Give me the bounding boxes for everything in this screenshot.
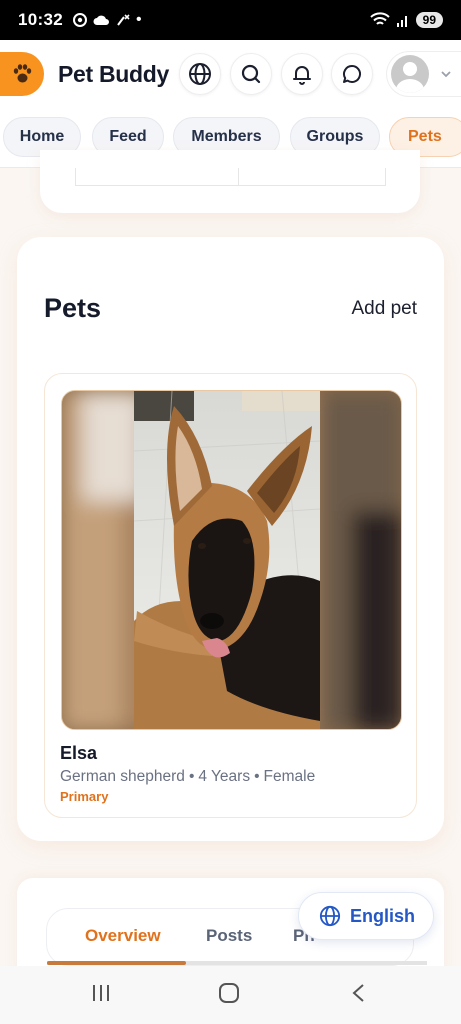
cloud-icon: [93, 15, 109, 25]
info-table: [75, 168, 386, 186]
language-button[interactable]: [179, 53, 221, 95]
status-system-icons: 99: [369, 12, 443, 28]
search-icon: [241, 64, 261, 84]
chevron-down-icon: [441, 71, 451, 78]
status-bar: 10:32 • 99: [0, 0, 461, 40]
add-pet-button[interactable]: Add pet: [352, 298, 418, 320]
globe-icon: [189, 63, 211, 85]
pet-age: 4 Years: [198, 768, 251, 785]
pets-card: Pets Add pet Elsa German shepherd • 4 Ye…: [17, 237, 444, 841]
chat-icon: [343, 64, 361, 83]
separator-dot: •: [254, 768, 260, 785]
pets-title: Pets: [44, 293, 102, 323]
status-time: 10:32: [18, 10, 63, 29]
app-header: Pet Buddy: [0, 40, 461, 108]
cell-signal-icon: [396, 16, 407, 27]
logo[interactable]: [0, 52, 44, 96]
system-nav-bar: [0, 966, 461, 1024]
tab-posts[interactable]: Posts: [206, 926, 252, 946]
dot-icon: •: [135, 11, 142, 28]
messages-button[interactable]: [331, 53, 373, 95]
account-menu[interactable]: [386, 51, 461, 97]
pet-photo[interactable]: [61, 390, 402, 730]
home-icon[interactable]: [218, 982, 240, 1004]
bell-icon: [293, 66, 311, 85]
back-icon[interactable]: [348, 982, 370, 1004]
active-tab-indicator: [47, 961, 186, 965]
previous-card: [40, 150, 420, 213]
pet-name[interactable]: Elsa: [60, 743, 97, 764]
wifi-icon: [369, 12, 390, 25]
brand-name[interactable]: Pet Buddy: [58, 61, 169, 88]
pet-breed: German shepherd: [60, 768, 185, 785]
recent-apps-icon[interactable]: [90, 982, 112, 1004]
battery-level: 99: [415, 12, 443, 28]
chrome-icon: [72, 13, 87, 27]
notifications-button[interactable]: [281, 53, 323, 95]
pet-details: German shepherd • 4 Years • Female: [60, 768, 315, 786]
language-switcher-button[interactable]: English: [298, 892, 434, 940]
pet-card[interactable]: Elsa German shepherd • 4 Years • Female Prim…: [44, 373, 417, 818]
language-label: English: [350, 905, 416, 926]
search-button[interactable]: [230, 53, 272, 95]
signal-x-icon: [117, 14, 130, 26]
pet-sex: Female: [263, 768, 316, 785]
avatar[interactable]: [391, 55, 429, 93]
status-notification-icons: •: [72, 11, 142, 29]
tab-overview[interactable]: Overview: [85, 926, 161, 946]
separator-dot: •: [188, 768, 195, 785]
primary-badge: Primary: [60, 789, 109, 804]
dog-photo: [62, 391, 401, 729]
globe-icon: [319, 905, 341, 927]
paw-icon: [13, 64, 32, 83]
